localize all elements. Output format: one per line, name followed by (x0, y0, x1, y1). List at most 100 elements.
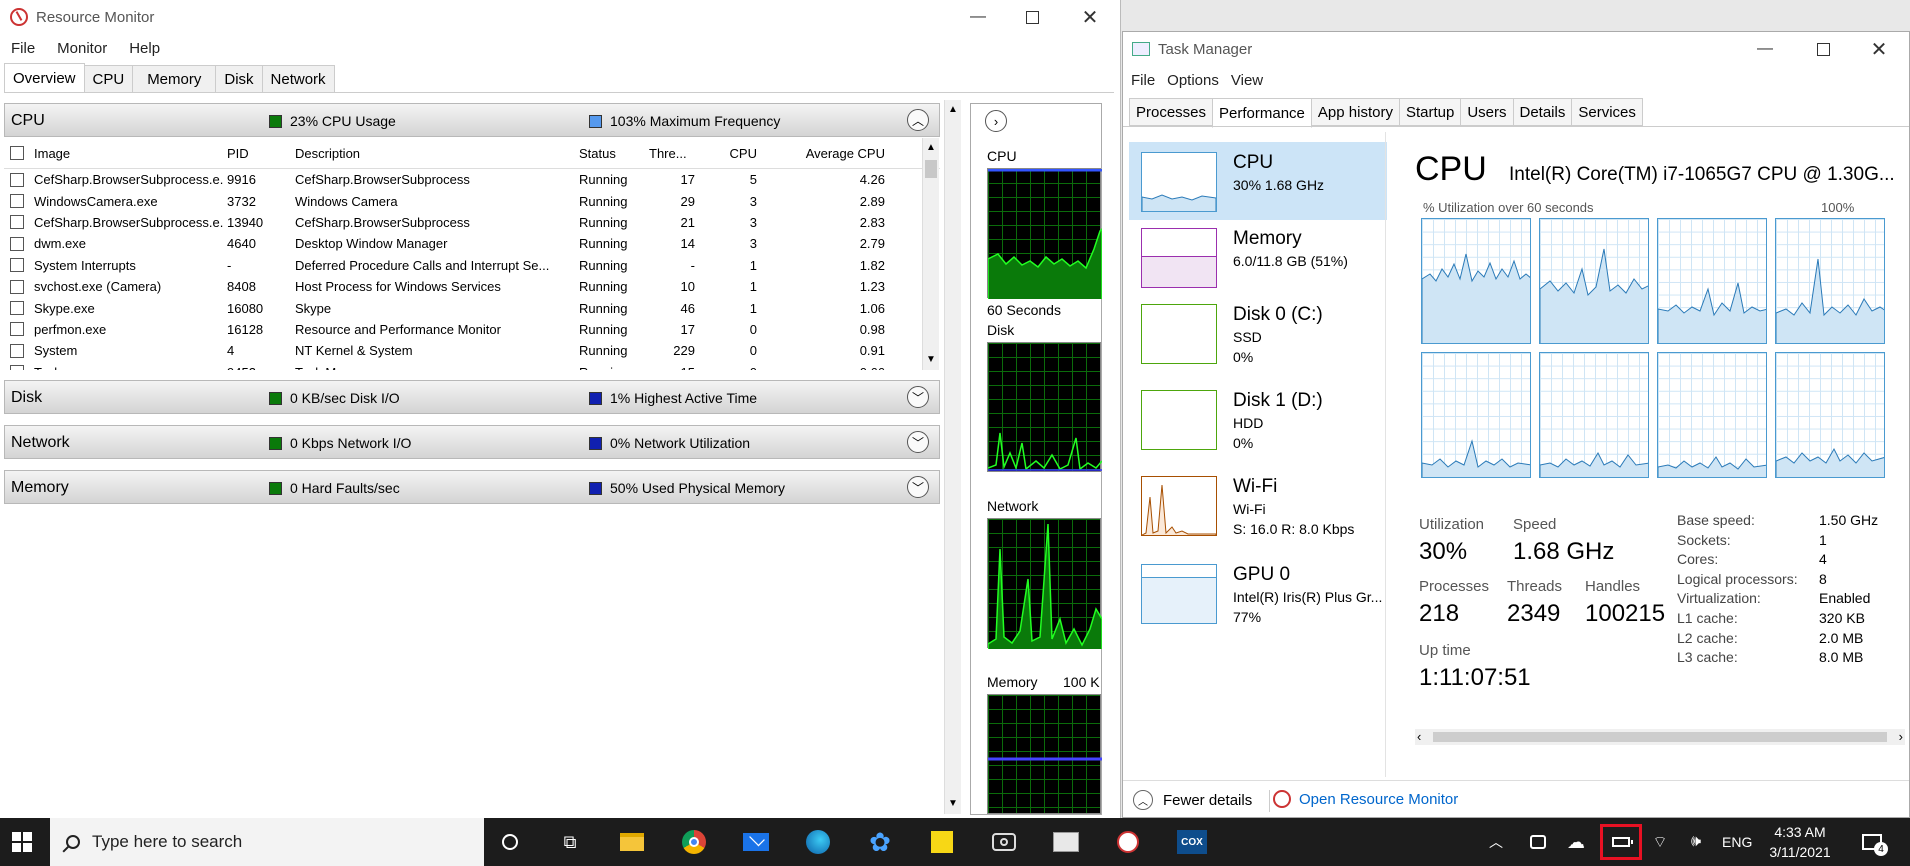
row-checkbox[interactable] (10, 279, 24, 294)
table-row[interactable]: perfmon.exe 16128 Resource and Performance… (4, 319, 940, 340)
sidebar-item-cpu[interactable]: CPU 30% 1.68 GHz (1129, 142, 1387, 220)
table-row[interactable]: svchost.exe (Camera) 8408 Host Process for… (4, 276, 940, 297)
onedrive-button[interactable]: ☁ (1560, 826, 1592, 858)
table-row[interactable]: Skype.exe 16080 Skype Running 46 1 1.06 (4, 297, 940, 318)
teams-button[interactable]: ✿ (864, 826, 896, 858)
tm-menu-options[interactable]: Options (1161, 72, 1225, 89)
row-checkbox[interactable] (10, 301, 24, 316)
network-section-header[interactable]: Network 0 Kbps Network I/O 0% Network Ut… (4, 425, 940, 459)
scroll-down-icon[interactable]: ▼ (926, 354, 936, 365)
col-description[interactable]: Description (291, 146, 573, 161)
chevron-down-icon[interactable]: ﹀ (907, 431, 929, 453)
language-indicator[interactable]: ENG (1722, 834, 1752, 850)
tab-overview[interactable]: Overview (4, 63, 85, 92)
col-cpu[interactable]: CPU (695, 146, 757, 161)
edge-button[interactable] (802, 826, 834, 858)
tab-details[interactable]: Details (1512, 98, 1573, 126)
tm-minimize-button[interactable]: — (1735, 32, 1795, 66)
cortana-button[interactable] (494, 826, 526, 858)
start-button[interactable] (6, 826, 38, 858)
row-checkbox[interactable] (10, 365, 24, 370)
tab-app-history[interactable]: App history (1310, 98, 1400, 126)
rm-menu-file[interactable]: File (0, 40, 46, 57)
memory-section-header[interactable]: Memory 0 Hard Faults/sec 50% Used Physic… (4, 470, 940, 504)
scroll-up-icon[interactable]: ▲ (926, 142, 936, 153)
file-explorer-button[interactable] (616, 826, 648, 858)
rm-maximize-button[interactable] (1002, 0, 1062, 34)
tab-processes[interactable]: Processes (1129, 98, 1214, 126)
row-checkbox[interactable] (10, 322, 24, 337)
clock[interactable]: 4:33 AM 3/11/2021 (1760, 822, 1840, 862)
table-row[interactable]: Taskmgr.exe9452Task ManagerRunning1500.6… (4, 362, 940, 370)
tm-menu-view[interactable]: View (1225, 72, 1269, 89)
scroll-thumb[interactable] (925, 160, 937, 178)
main-scrollbar[interactable]: ▲ ▼ (944, 100, 961, 814)
mail-button[interactable] (740, 826, 772, 858)
tm-close-button[interactable]: ✕ (1849, 32, 1909, 66)
tab-disk[interactable]: Disk (215, 65, 263, 92)
show-hidden-icons-button[interactable]: ︿ (1480, 826, 1512, 858)
row-checkbox[interactable] (10, 343, 24, 358)
sidebar-item-gpu[interactable]: GPU 0 Intel(R) Iris(R) Plus Gr... 77% (1129, 554, 1387, 632)
taskbar-search-box[interactable]: Type here to search (50, 818, 484, 866)
table-row[interactable]: dwm.exe 4640 Desktop Window Manager Running… (4, 233, 940, 254)
row-checkbox[interactable] (10, 194, 24, 209)
tm-maximize-button[interactable] (1793, 32, 1853, 66)
table-scrollbar[interactable]: ▲ ▼ (922, 138, 939, 370)
col-threads[interactable]: Thre... (645, 146, 695, 161)
battery-button[interactable] (1600, 824, 1642, 860)
chevron-up-icon[interactable]: ︿ (907, 109, 929, 131)
expand-graphs-icon[interactable]: › (985, 110, 1007, 132)
scroll-up-icon[interactable]: ▲ (948, 104, 958, 115)
chrome-button[interactable] (678, 826, 710, 858)
tab-network[interactable]: Network (261, 65, 335, 92)
volume-button[interactable]: 🕪 (1680, 826, 1712, 858)
rm-menu-help[interactable]: Help (118, 40, 171, 57)
rm-minimize-button[interactable]: — (948, 0, 1008, 34)
perfmon-button[interactable] (1050, 826, 1082, 858)
row-checkbox[interactable] (10, 215, 24, 230)
scroll-left-icon[interactable]: ‹ (1417, 729, 1421, 744)
chevron-down-icon[interactable]: ﹀ (907, 386, 929, 408)
open-resource-monitor-link[interactable]: Open Resource Monitor (1273, 790, 1458, 808)
hscroll-thumb[interactable] (1433, 732, 1887, 742)
camera-button[interactable] (988, 826, 1020, 858)
scroll-down-icon[interactable]: ▼ (948, 798, 958, 809)
tab-services[interactable]: Services (1571, 98, 1643, 126)
sidebar-item-memory[interactable]: Memory 6.0/11.8 GB (51%) (1129, 218, 1387, 296)
detail-hscrollbar[interactable]: ‹ › (1415, 729, 1905, 745)
tab-performance[interactable]: Performance (1212, 98, 1312, 128)
scroll-right-icon[interactable]: › (1899, 729, 1903, 744)
col-status[interactable]: Status (573, 146, 645, 161)
tab-memory[interactable]: Memory (132, 65, 217, 92)
rm-menu-monitor[interactable]: Monitor (46, 40, 118, 57)
sidebar-item-disk1[interactable]: Disk 1 (D:) HDD 0% (1129, 380, 1387, 458)
sidebar-item-disk0[interactable]: Disk 0 (C:) SSD 0% (1129, 294, 1387, 372)
col-pid[interactable]: PID (223, 146, 291, 161)
row-checkbox[interactable] (10, 258, 24, 273)
sticky-notes-button[interactable] (926, 826, 958, 858)
fewer-details-button[interactable]: ︿ Fewer details (1133, 790, 1252, 810)
tab-users[interactable]: Users (1460, 98, 1514, 126)
chevron-down-icon[interactable]: ﹀ (907, 476, 929, 498)
table-row[interactable]: System Interrupts - Deferred Procedure Cal… (4, 255, 940, 276)
cpu-section-header[interactable]: CPU 23% CPU Usage 103% Maximum Frequency… (4, 103, 940, 137)
network-tray-button[interactable]: ⌔ (1644, 826, 1676, 858)
tm-menu-file[interactable]: File (1123, 72, 1161, 89)
disk-section-header[interactable]: Disk 0 KB/sec Disk I/O 1% Highest Active… (4, 380, 940, 414)
row-checkbox[interactable] (10, 172, 24, 187)
col-average-cpu[interactable]: Average CPU (757, 146, 885, 161)
table-row[interactable]: CefSharp.BrowserSubprocess.e... 13940 CefS… (4, 212, 940, 233)
action-center-button[interactable]: 4 (1856, 826, 1888, 858)
meet-now-button[interactable] (1522, 826, 1554, 858)
table-row[interactable]: CefSharp.BrowserSubprocess.e... 9916 CefSh… (4, 169, 940, 190)
select-all-checkbox[interactable] (10, 146, 24, 160)
row-checkbox[interactable] (10, 236, 24, 251)
sidebar-item-wifi[interactable]: Wi-Fi Wi-Fi S: 16.0 R: 8.0 Kbps (1129, 466, 1387, 544)
table-row[interactable]: System 4 NT Kernel & System Running 229 0 0.91 (4, 340, 940, 361)
cox-button[interactable]: COX (1176, 826, 1208, 858)
table-row[interactable]: WindowsCamera.exe 3732 Windows Camera Runni… (4, 190, 940, 211)
rm-close-button[interactable]: ✕ (1060, 0, 1120, 34)
resource-monitor-taskbar-button[interactable] (1112, 826, 1144, 858)
col-image[interactable]: Image (34, 146, 223, 161)
